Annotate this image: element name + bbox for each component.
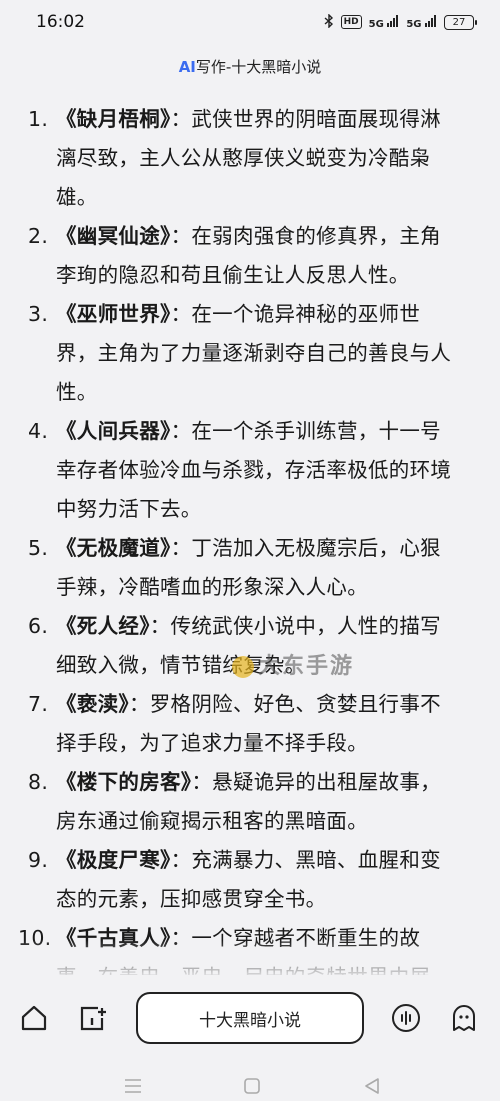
book-title: 《楼下的房客》 (56, 770, 192, 794)
voice-icon[interactable] (390, 1002, 422, 1034)
topic-button[interactable]: 十大黑暗小说 (136, 992, 364, 1044)
bluetooth-icon (324, 12, 334, 31)
battery-icon: 27 (444, 14, 477, 30)
menu-icon[interactable] (124, 1078, 142, 1098)
signal-icon-2: 5G (406, 14, 437, 30)
list-item: 3. 《巫师世界》：在一个诡异神秘的巫师世界，主角为了力量逐渐剥夺自己的善良与人性… (28, 302, 452, 404)
new-chat-icon[interactable] (76, 1002, 108, 1034)
watermark: 大东手游 (232, 648, 354, 680)
list-item: 1. 《缺月梧桐》：武侠世界的阴暗面展现得淋漓尽致，主人公从憨厚侠义蜕变为冷酷枭雄… (28, 107, 441, 209)
book-title: 《极度尸寒》 (56, 848, 171, 872)
home-icon[interactable] (18, 1002, 50, 1034)
status-time: 16:02 (36, 12, 85, 32)
back-icon[interactable] (364, 1078, 380, 1098)
title-text: 写作-十大黑暗小说 (195, 58, 322, 76)
list-item: 2. 《幽冥仙途》：在弱肉强食的修真界，主角李珣的隐忍和苟且偷生让人反思人性。 (28, 224, 441, 287)
answer-content: 1. 《缺月梧桐》：武侠世界的阴暗面展现得淋漓尽致，主人公从憨厚侠义蜕变为冷酷枭雄… (0, 100, 500, 975)
list-item: 8. 《楼下的房客》：悬疑诡异的出租屋故事，房东通过偷窥揭示租客的黑暗面。 (28, 770, 441, 833)
book-title: 《巫师世界》 (56, 302, 171, 326)
ai-label: AI (178, 58, 196, 76)
bottom-toolbar: 十大黑暗小说 (0, 978, 500, 1062)
home-nav-icon[interactable] (244, 1078, 260, 1098)
book-title: 《缺月梧桐》 (56, 107, 171, 131)
status-bar: 16:02 HD 5G 5G 27 (0, 0, 500, 44)
book-title: 《亵渎》 (56, 692, 129, 716)
hd-badge: HD (340, 15, 362, 29)
list-item: 4. 《人间兵器》：在一个杀手训练营，十一号幸存者体验冷血与杀戮，存活率极低的环境… (28, 419, 452, 521)
list-item: 7. 《亵渎》：罗格阴险、好色、贪婪且行事不择手段，为了追求力量不择手段。 (28, 692, 441, 755)
book-title: 《人间兵器》 (56, 419, 171, 443)
book-title: 《幽冥仙途》 (56, 224, 171, 248)
system-nav-bar (0, 1072, 500, 1101)
watermark-logo-icon (232, 656, 254, 678)
book-title: 《无极魔道》 (56, 536, 171, 560)
page-title: AI写作-十大黑暗小说 (0, 56, 500, 77)
signal-icon-1: 5G (369, 14, 400, 30)
book-title: 《死人经》 (56, 614, 150, 638)
status-icons: HD 5G 5G 27 (324, 12, 477, 31)
list-item: 5. 《无极魔道》：丁浩加入无极魔宗后，心狠手辣，冷酷嗜血的形象深入人心。 (28, 536, 441, 599)
scroll-fade (0, 940, 500, 980)
assistant-icon[interactable] (448, 1002, 480, 1034)
list-item: 9. 《极度尸寒》：充满暴力、黑暗、血腥和变态的元素，压抑感贯穿全书。 (28, 848, 441, 911)
